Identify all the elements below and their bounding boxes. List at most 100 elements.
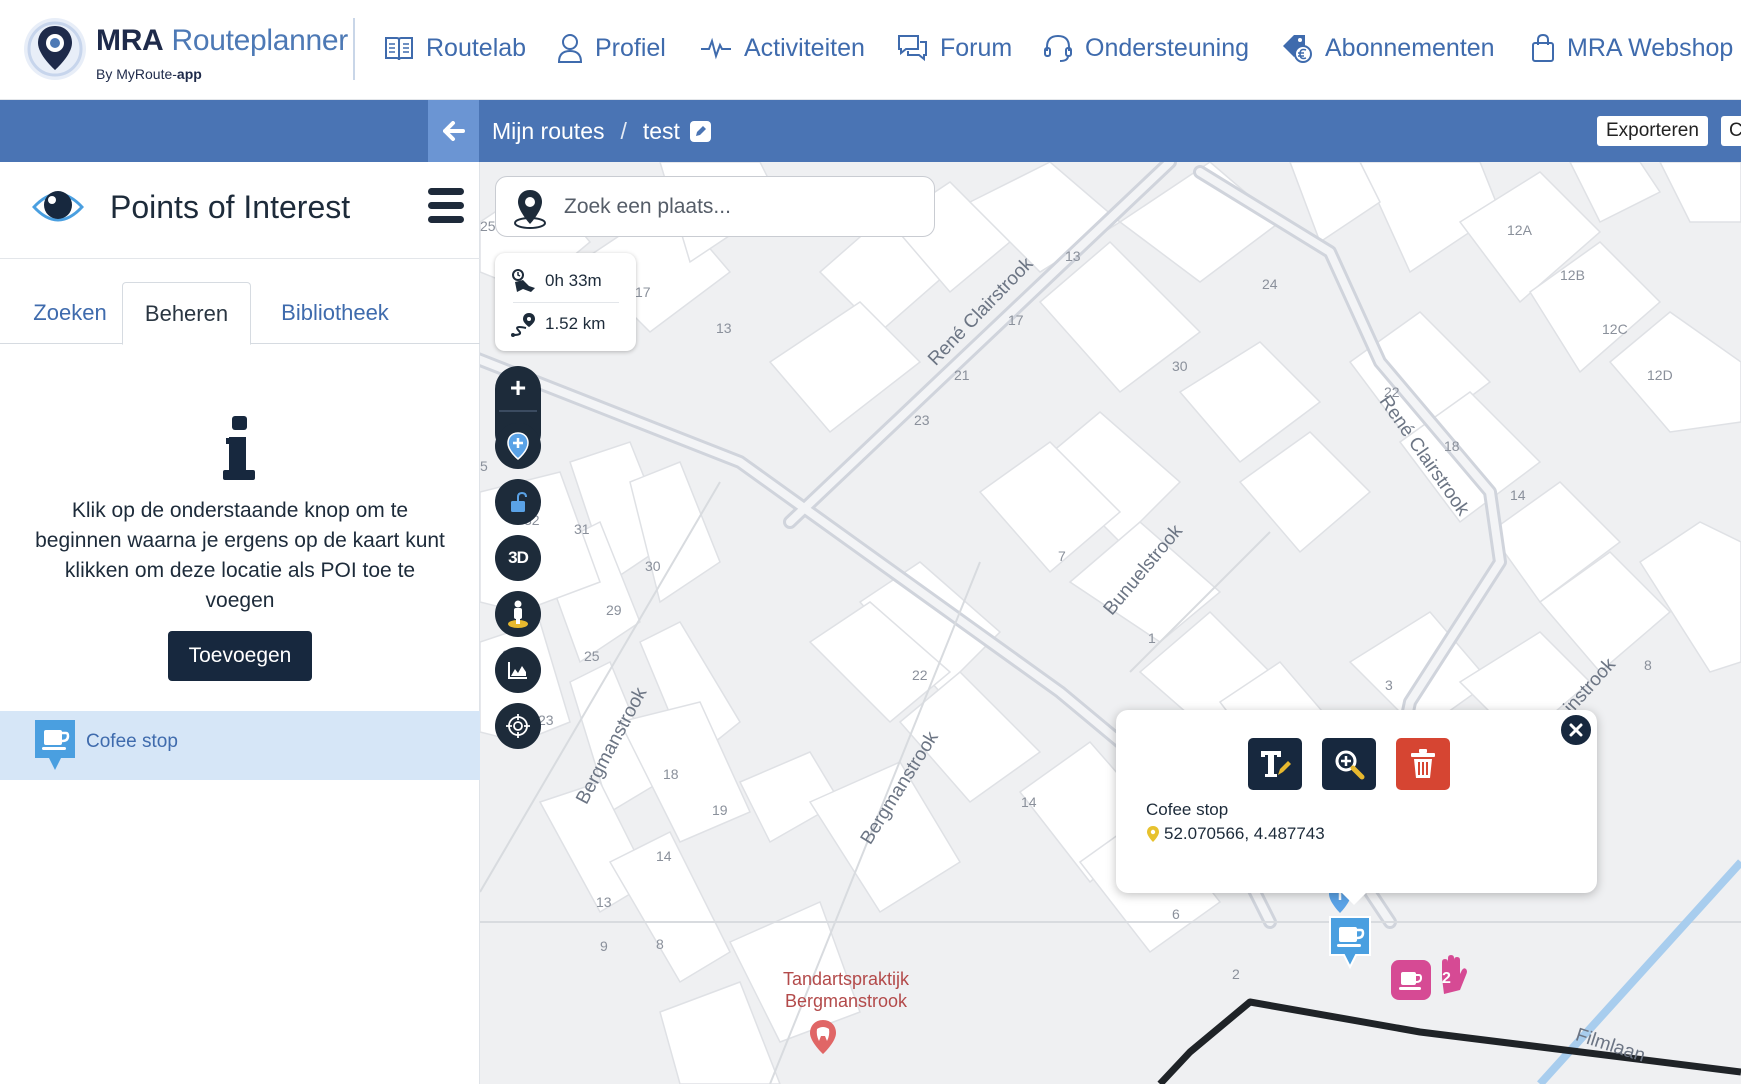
logo-name: Routeplanner bbox=[171, 24, 349, 57]
logo-subtitle: By MyRoute-app bbox=[96, 66, 202, 82]
house-number: 14 bbox=[656, 848, 672, 864]
breadcrumb-my-routes[interactable]: Mijn routes bbox=[492, 118, 604, 145]
panel-title: Points of Interest bbox=[110, 189, 351, 225]
tab-bibliotheek[interactable]: Bibliotheek bbox=[270, 282, 400, 344]
poi-name: Cofee stop bbox=[86, 731, 178, 752]
nav-item-routelab[interactable]: Routelab bbox=[384, 26, 526, 70]
house-number: 18 bbox=[663, 766, 679, 782]
user-icon bbox=[557, 34, 583, 63]
lock-button[interactable] bbox=[495, 479, 541, 525]
chart-icon bbox=[508, 662, 527, 679]
collapse-panel-button[interactable] bbox=[428, 100, 479, 162]
route-header-bar: Mijn routes / test bbox=[0, 100, 1741, 162]
nav-item-forum[interactable]: Forum bbox=[897, 26, 1012, 70]
locate-me-button[interactable] bbox=[495, 703, 541, 749]
marker-count: 2 bbox=[1442, 970, 1451, 987]
logo-pin-icon bbox=[24, 18, 86, 80]
tab-beheren[interactable]: Beheren bbox=[122, 282, 251, 345]
pulse-icon bbox=[701, 37, 731, 60]
nav-item-webshop[interactable]: MRA Webshop bbox=[1531, 26, 1733, 70]
place-search bbox=[495, 176, 935, 237]
house-number: 30 bbox=[1172, 358, 1188, 374]
house-number: 25 bbox=[480, 218, 496, 234]
house-number: 2 bbox=[1232, 966, 1240, 982]
house-number: 29 bbox=[606, 602, 622, 618]
elevation-profile-button[interactable] bbox=[495, 647, 541, 693]
list-item[interactable]: Cofee stop bbox=[0, 711, 480, 780]
nav-label: Profiel bbox=[595, 33, 666, 62]
logo-sub-app: app bbox=[176, 66, 202, 82]
house-number: 21 bbox=[954, 367, 970, 383]
house-number: 14 bbox=[1510, 487, 1526, 503]
cafe-marker-icon[interactable] bbox=[1389, 958, 1433, 1002]
house-number: 12A bbox=[1507, 222, 1532, 238]
3d-label: 3D bbox=[508, 548, 529, 567]
house-number: 17 bbox=[635, 284, 651, 300]
house-number: 3 bbox=[1385, 677, 1393, 693]
zoom-in-button[interactable]: + bbox=[495, 366, 541, 411]
zoom-in-icon bbox=[1335, 750, 1365, 780]
crosshair-icon bbox=[506, 714, 530, 738]
book-icon bbox=[385, 37, 413, 61]
header-extra-button[interactable]: C bbox=[1721, 116, 1741, 146]
house-number: 23 bbox=[914, 412, 930, 428]
rename-button[interactable] bbox=[1248, 738, 1302, 790]
house-number: 22 bbox=[912, 667, 928, 683]
house-number: 8 bbox=[656, 936, 664, 952]
edit-icon[interactable] bbox=[689, 120, 711, 142]
distance-value: 1.52 km bbox=[545, 314, 606, 333]
house-number: 30 bbox=[645, 558, 661, 574]
toggle-3d-button[interactable]: 3D bbox=[495, 535, 541, 581]
panel-header: Points of Interest bbox=[0, 162, 480, 259]
tab-zoeken[interactable]: Zoeken bbox=[20, 282, 120, 344]
house-number: 18 bbox=[1444, 438, 1460, 454]
popup-coordinates: 52.070566, 4.487743 bbox=[1146, 824, 1325, 844]
map-base-layer bbox=[480, 162, 1741, 1084]
location-pin-icon bbox=[514, 190, 546, 229]
nav-label: Forum bbox=[940, 33, 1013, 62]
duration-value: 0h 33m bbox=[545, 271, 602, 290]
house-number: 12C bbox=[1602, 321, 1628, 337]
house-number: 7 bbox=[1058, 548, 1066, 564]
text-edit-icon bbox=[1261, 751, 1291, 777]
close-icon bbox=[1569, 723, 1583, 737]
app-logo[interactable]: MRA Routeplanner By MyRoute-app bbox=[22, 16, 348, 82]
house-number: 17 bbox=[1008, 312, 1024, 328]
export-button[interactable]: Exporteren bbox=[1597, 116, 1708, 146]
tooth-pin-icon[interactable] bbox=[808, 1019, 838, 1055]
nav-item-abonnementen[interactable]: Abonnementen bbox=[1281, 26, 1495, 70]
nav-item-activiteiten[interactable]: Activiteiten bbox=[700, 26, 865, 70]
house-number: 12D bbox=[1647, 367, 1673, 383]
pegman-icon bbox=[508, 600, 528, 628]
chat-icon bbox=[898, 35, 927, 62]
search-input[interactable] bbox=[564, 191, 904, 223]
nav-divider bbox=[353, 18, 355, 80]
nav-item-profiel[interactable]: Profiel bbox=[557, 26, 666, 70]
nav-item-ondersteuning[interactable]: Ondersteuning bbox=[1043, 26, 1249, 70]
delete-button[interactable] bbox=[1396, 738, 1450, 790]
house-number: 25 bbox=[584, 648, 600, 664]
shopping-bag-icon bbox=[1532, 33, 1554, 62]
eye-icon bbox=[32, 191, 84, 222]
coffee-stop-marker-icon[interactable] bbox=[1327, 914, 1373, 970]
add-waypoint-button[interactable] bbox=[495, 423, 541, 469]
house-number: 9 bbox=[600, 938, 608, 954]
euro-tag-icon bbox=[1283, 35, 1312, 63]
popup-poi-name: Cofee stop bbox=[1146, 800, 1229, 819]
nav-label: MRA Webshop bbox=[1567, 33, 1734, 62]
poi-panel: Points of Interest Zoeken Beheren Biblio… bbox=[0, 162, 480, 1084]
add-poi-button[interactable]: Toevoegen bbox=[168, 631, 312, 681]
street-view-button[interactable] bbox=[495, 591, 541, 637]
zoom-button[interactable] bbox=[1322, 738, 1376, 790]
coords-value: 52.070566, 4.487743 bbox=[1164, 824, 1325, 843]
house-number: 19 bbox=[712, 802, 728, 818]
breadcrumb: Mijn routes / test bbox=[492, 100, 711, 162]
house-number: 13 bbox=[1065, 248, 1081, 264]
close-popup-button[interactable] bbox=[1559, 713, 1593, 747]
rider-clock-icon bbox=[512, 269, 535, 292]
logo-text: MRA Routeplanner bbox=[96, 24, 348, 58]
house-number: 24 bbox=[1262, 276, 1278, 292]
logo-brand: MRA bbox=[96, 24, 164, 57]
map-canvas[interactable]: René Clairstrook René Clairstrook Bunuel… bbox=[480, 162, 1741, 1084]
hamburger-menu-icon[interactable] bbox=[428, 188, 464, 226]
